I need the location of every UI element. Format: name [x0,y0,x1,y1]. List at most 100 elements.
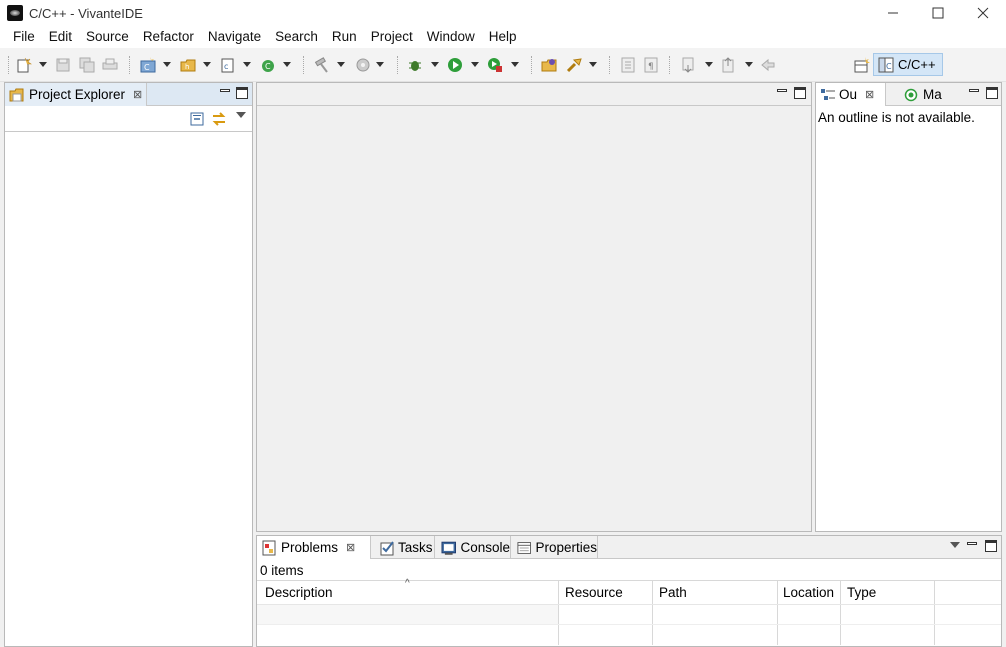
maximize-button[interactable] [915,0,961,26]
problems-minimize-icon[interactable] [967,542,977,545]
column-divider [558,581,559,604]
debug-dropdown-icon[interactable] [431,62,439,67]
search-flashlight-icon[interactable] [566,57,582,73]
tab-make-targets[interactable]: Ma [900,83,960,106]
problems-view-menu-icon[interactable] [950,542,960,548]
build-hammer-icon[interactable] [314,57,330,73]
previous-annotation-dropdown-icon[interactable] [745,62,753,67]
menu-help[interactable]: Help [482,26,524,48]
show-whitespace-icon[interactable]: ¶ [643,57,659,73]
column-location[interactable]: Location [783,585,834,600]
column-divider [934,581,935,604]
close-button[interactable] [960,0,1006,26]
new-cpp-project-icon[interactable]: C [140,57,156,73]
outline-panel: Ou ⊠ Ma An outline is not available. [815,82,1002,532]
save-icon[interactable] [55,57,71,73]
tab-console[interactable]: Console [437,536,511,559]
perspective-label: C/C++ [898,57,936,72]
debug-icon[interactable] [407,57,423,73]
next-annotation-icon[interactable] [681,57,697,73]
close-problems-icon[interactable]: ⊠ [346,541,355,554]
close-tab-icon[interactable]: ⊠ [133,88,142,101]
column-description[interactable]: Description [265,585,333,600]
search-dropdown-icon[interactable] [589,62,597,67]
save-all-icon[interactable] [79,57,95,73]
column-divider [777,605,778,624]
view-menu-icon[interactable] [236,112,246,118]
build-settings-dropdown-icon[interactable] [376,62,384,67]
open-perspective-icon[interactable] [854,57,870,73]
minimize-icon [888,12,898,14]
svg-text:c: c [224,62,228,71]
toolbar-separator [609,56,610,74]
tab-properties[interactable]: Properties [513,536,598,559]
menu-run[interactable]: Run [325,26,364,48]
project-explorer-header: Project Explorer ⊠ [5,83,252,106]
new-source-dropdown-icon[interactable] [243,62,251,67]
outline-maximize-icon[interactable] [986,87,998,99]
svg-text:¶: ¶ [648,62,654,72]
menu-file[interactable]: File [6,26,42,48]
close-outline-icon[interactable]: ⊠ [865,88,874,101]
new-source-file-icon[interactable]: c [220,57,236,73]
column-divider [558,605,559,624]
menu-project[interactable]: Project [364,26,420,48]
outline-icon [821,88,835,100]
minimize-button[interactable] [870,0,916,26]
new-dropdown-icon[interactable] [39,62,47,67]
new-project-dropdown-icon[interactable] [163,62,171,67]
menu-refactor[interactable]: Refactor [136,26,201,48]
tab-tasks[interactable]: Tasks [375,536,435,559]
svg-text:h: h [185,63,189,71]
external-tools-icon[interactable] [487,57,503,73]
problems-maximize-icon[interactable] [985,540,997,552]
run-icon[interactable] [447,57,463,73]
new-file-icon[interactable] [16,57,32,73]
column-divider [777,581,778,604]
table-row [257,605,1001,625]
open-type-icon[interactable] [541,57,557,73]
next-annotation-dropdown-icon[interactable] [705,62,713,67]
column-divider [934,625,935,645]
column-type[interactable]: Type [847,585,876,600]
problems-tab-label: Problems [281,540,339,555]
new-folder-icon[interactable]: h [180,57,196,73]
column-divider [652,605,653,624]
maximize-view-icon[interactable] [236,87,248,99]
new-class-dropdown-icon[interactable] [283,62,291,67]
print-icon[interactable] [102,57,118,73]
tab-project-explorer[interactable]: Project Explorer ⊠ [5,83,147,106]
new-class-icon[interactable]: C [260,57,276,73]
menu-navigate[interactable]: Navigate [201,26,268,48]
outline-minimize-icon[interactable] [969,89,979,92]
menu-edit[interactable]: Edit [42,26,79,48]
menu-search[interactable]: Search [268,26,325,48]
console-tab-label: Console [460,540,510,555]
problems-icon [262,540,276,555]
tab-problems[interactable]: Problems ⊠ [257,536,371,559]
minimize-view-icon[interactable] [220,89,230,92]
build-settings-icon[interactable] [355,57,371,73]
menu-source[interactable]: Source [79,26,136,48]
perspective-cpp-button[interactable]: C C/C++ [873,53,943,76]
column-path[interactable]: Path [659,585,687,600]
column-resource[interactable]: Resource [565,585,623,600]
editor-minimize-icon[interactable] [777,89,787,92]
tab-outline[interactable]: Ou ⊠ [816,83,886,106]
toggle-mark-icon[interactable] [620,57,636,73]
external-tools-dropdown-icon[interactable] [511,62,519,67]
menu-bar: File Edit Source Refactor Navigate Searc… [0,26,1006,48]
toolbar-separator [8,56,9,74]
last-edit-location-icon[interactable] [760,57,776,73]
run-dropdown-icon[interactable] [471,62,479,67]
link-with-editor-icon[interactable] [211,111,227,127]
problems-count: 0 items [260,563,304,578]
close-icon [977,7,989,19]
column-divider [558,625,559,645]
previous-annotation-icon[interactable] [721,57,737,73]
new-folder-dropdown-icon[interactable] [203,62,211,67]
build-dropdown-icon[interactable] [337,62,345,67]
menu-window[interactable]: Window [420,26,482,48]
collapse-all-icon[interactable] [189,111,205,127]
editor-maximize-icon[interactable] [794,87,806,99]
